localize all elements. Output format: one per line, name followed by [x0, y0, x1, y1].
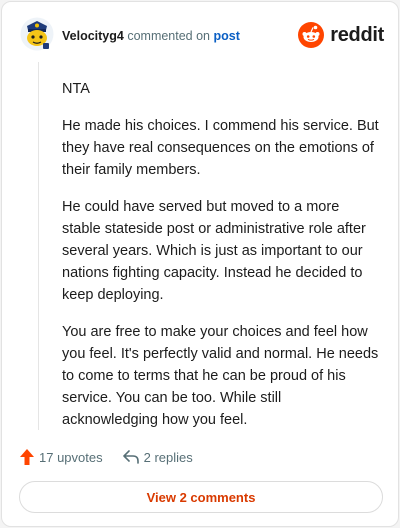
comment-body: NTA He made his choices. I commend his s…	[62, 78, 380, 446]
comment-paragraph: You are free to make your choices and fe…	[62, 324, 379, 428]
avatar[interactable]	[20, 17, 54, 51]
comment-meta: Velocityg4 commented on post	[62, 28, 240, 44]
reddit-logo-icon	[298, 22, 325, 48]
upvote-count: 17 upvotes	[39, 449, 103, 465]
view-comments-button[interactable]: View 2 comments	[19, 481, 383, 513]
avatar-icon	[20, 17, 54, 51]
reddit-wordmark: reddit	[330, 23, 384, 46]
replies-count: 2 replies	[143, 449, 193, 465]
username-link[interactable]: Velocityg4	[62, 29, 124, 43]
upvote-button[interactable]: 17 upvotes	[20, 449, 103, 465]
thread-line[interactable]	[38, 62, 39, 430]
comment-actions: 17 upvotes 2 replies	[20, 446, 213, 468]
reply-icon	[122, 450, 139, 464]
comment-header: Velocityg4 commented on post reddit	[20, 17, 384, 53]
replies-button[interactable]: 2 replies	[122, 449, 193, 465]
comment-card: Velocityg4 commented on post reddit NTA …	[1, 1, 399, 527]
commented-on-text: commented on	[127, 29, 211, 43]
comment-paragraph: He could have served but moved to a more…	[62, 199, 366, 303]
upvote-arrow-icon	[20, 449, 34, 465]
post-link[interactable]: post	[214, 29, 240, 43]
comment-paragraph: He made his choices. I commend his servi…	[62, 118, 379, 178]
reddit-logo[interactable]: reddit	[298, 20, 384, 50]
comment-paragraph: NTA	[62, 81, 90, 97]
